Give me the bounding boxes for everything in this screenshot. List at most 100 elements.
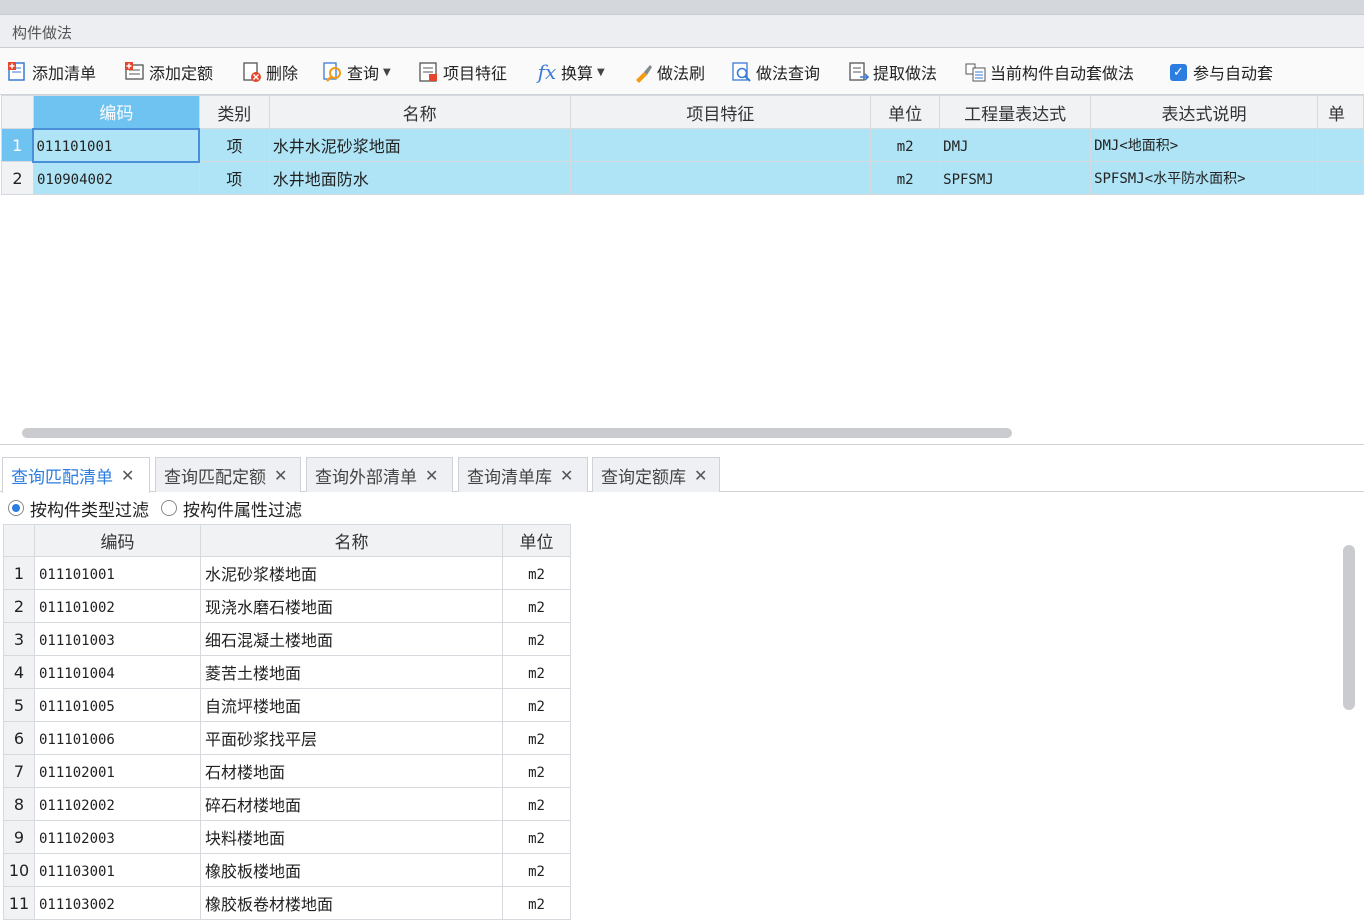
row-number[interactable]: 6 [3, 721, 35, 755]
code-cell[interactable]: 011101003 [34, 622, 201, 656]
unit-cell[interactable]: m2 [502, 589, 571, 623]
unit-cell[interactable]: m2 [502, 655, 571, 689]
close-icon[interactable]: ✕ [560, 466, 573, 485]
feature-cell[interactable] [569, 128, 872, 162]
filter-by-type-radio[interactable]: 按构件类型过滤 [8, 496, 149, 521]
row-number[interactable]: 3 [3, 622, 35, 656]
code-cell[interactable]: 011101005 [34, 688, 201, 722]
col-header-partial[interactable]: 单 [1316, 95, 1364, 129]
name-cell[interactable]: 平面砂浆找平层 [200, 721, 503, 755]
row-number[interactable]: 7 [3, 754, 35, 788]
auto-apply-method-button[interactable]: 当前构件自动套做法 [965, 60, 1134, 84]
close-icon[interactable]: ✕ [121, 466, 134, 485]
table-row[interactable]: 6 011101006 平面砂浆找平层 m2 [3, 721, 571, 755]
filter-by-attr-radio[interactable]: 按构件属性过滤 [161, 496, 302, 521]
tab-match-list[interactable]: 查询匹配清单 ✕ [2, 457, 150, 493]
name-cell[interactable]: 石材楼地面 [200, 754, 503, 788]
extract-method-button[interactable]: 提取做法 [848, 60, 937, 84]
name-cell[interactable]: 水泥砂浆楼地面 [200, 556, 503, 590]
row-number[interactable]: 9 [3, 820, 35, 854]
code-cell[interactable]: 011101002 [34, 589, 201, 623]
row-number[interactable]: 2 [3, 589, 35, 623]
table-row[interactable]: 1 011101001 项 水井水泥砂浆地面 m2 DMJ DMJ<地面积> [1, 127, 1364, 163]
method-query-button[interactable]: 做法查询 [731, 60, 820, 84]
add-quota-button[interactable]: 添加定额 [124, 60, 213, 84]
table-row[interactable]: 8 011102002 碎石材楼地面 m2 [3, 787, 571, 821]
unit-cell[interactable]: m2 [502, 853, 571, 887]
add-list-button[interactable]: 添加清单 [7, 60, 96, 84]
col-header-expression-desc[interactable]: 表达式说明 [1090, 95, 1318, 129]
unit-cell[interactable]: m2 [502, 754, 571, 788]
unit-cell[interactable]: m2 [502, 556, 571, 590]
name-cell[interactable]: 现浇水磨石楼地面 [200, 589, 503, 623]
table-row[interactable]: 1 011101001 水泥砂浆楼地面 m2 [3, 556, 571, 590]
close-icon[interactable]: ✕ [694, 466, 707, 485]
row-number[interactable]: 10 [3, 853, 35, 887]
table-row[interactable]: 2 010904002 项 水井地面防水 m2 SPFSMJ SPFSMJ<水平… [1, 161, 1364, 195]
row-number[interactable]: 5 [3, 688, 35, 722]
tab-quota-library[interactable]: 查询定额库 ✕ [592, 457, 720, 492]
feature-cell[interactable] [569, 161, 872, 195]
unit-cell[interactable]: m2 [870, 128, 941, 162]
code-cell[interactable]: 011101001 [32, 127, 201, 163]
unit-cell[interactable]: m2 [502, 787, 571, 821]
expression-desc-cell[interactable]: SPFSMJ<水平防水面积> [1090, 161, 1318, 195]
col-header-type[interactable]: 类别 [198, 95, 270, 129]
table-row[interactable]: 2 011101002 现浇水磨石楼地面 m2 [3, 589, 571, 623]
delete-button[interactable]: 删除 [241, 60, 298, 84]
table-row[interactable]: 7 011102001 石材楼地面 m2 [3, 754, 571, 788]
horizontal-scrollbar[interactable] [22, 428, 1012, 438]
row-number[interactable]: 1 [1, 128, 34, 162]
col-header-code[interactable]: 编码 [32, 95, 200, 129]
row-number[interactable]: 4 [3, 655, 35, 689]
table-row[interactable]: 10 011103001 橡胶板楼地面 m2 [3, 853, 571, 887]
table-row[interactable]: 9 011102003 块料楼地面 m2 [3, 820, 571, 854]
code-cell[interactable]: 011101006 [34, 721, 201, 755]
expression-desc-cell[interactable]: DMJ<地面积> [1090, 128, 1318, 162]
code-cell[interactable]: 011101001 [34, 556, 201, 590]
row-number[interactable]: 8 [3, 787, 35, 821]
code-cell[interactable]: 011102002 [34, 787, 201, 821]
col-header-unit[interactable]: 单位 [502, 524, 571, 557]
code-cell[interactable]: 011102001 [34, 754, 201, 788]
unit-cell[interactable]: m2 [502, 622, 571, 656]
convert-dropdown-button[interactable]: fx 换算 ▼ [536, 60, 605, 84]
tab-external-list[interactable]: 查询外部清单 ✕ [306, 457, 453, 492]
name-cell[interactable]: 水井地面防水 [268, 161, 571, 195]
col-header-code[interactable]: 编码 [34, 524, 201, 557]
participate-auto-checkbox[interactable]: ✓ 参与自动套 [1170, 60, 1273, 84]
name-cell[interactable]: 菱苦土楼地面 [200, 655, 503, 689]
col-header-name[interactable]: 名称 [200, 524, 503, 557]
query-dropdown-button[interactable]: 查询 ▼ [322, 60, 391, 84]
unit-cell[interactable]: m2 [870, 161, 941, 195]
unit-cell[interactable]: m2 [502, 820, 571, 854]
partial-cell[interactable] [1316, 161, 1364, 195]
item-feature-button[interactable]: 项目特征 [418, 60, 507, 84]
tab-match-quota[interactable]: 查询匹配定额 ✕ [155, 457, 301, 492]
col-header-expression[interactable]: 工程量表达式 [939, 95, 1092, 129]
name-cell[interactable]: 水井水泥砂浆地面 [268, 128, 571, 162]
name-cell[interactable]: 自流坪楼地面 [200, 688, 503, 722]
expression-cell[interactable]: DMJ [939, 128, 1092, 162]
name-cell[interactable]: 碎石材楼地面 [200, 787, 503, 821]
partial-cell[interactable] [1316, 128, 1364, 162]
code-cell[interactable]: 011103001 [34, 853, 201, 887]
expression-cell[interactable]: SPFSMJ [939, 161, 1092, 195]
method-brush-button[interactable]: 做法刷 [632, 60, 705, 84]
type-cell[interactable]: 项 [198, 161, 270, 195]
row-number[interactable]: 1 [3, 556, 35, 590]
table-row[interactable]: 3 011101003 细石混凝土楼地面 m2 [3, 622, 571, 656]
row-number[interactable]: 2 [1, 161, 34, 195]
col-header-unit[interactable]: 单位 [870, 95, 941, 129]
code-cell[interactable]: 011101004 [34, 655, 201, 689]
name-cell[interactable]: 块料楼地面 [200, 820, 503, 854]
type-cell[interactable]: 项 [198, 128, 270, 162]
unit-cell[interactable]: m2 [502, 721, 571, 755]
name-cell[interactable]: 细石混凝土楼地面 [200, 622, 503, 656]
close-icon[interactable]: ✕ [425, 466, 438, 485]
table-row[interactable]: 5 011101005 自流坪楼地面 m2 [3, 688, 571, 722]
unit-cell[interactable]: m2 [502, 688, 571, 722]
name-cell[interactable]: 橡胶板楼地面 [200, 853, 503, 887]
col-header-name[interactable]: 名称 [268, 95, 571, 129]
tab-list-library[interactable]: 查询清单库 ✕ [458, 457, 588, 492]
